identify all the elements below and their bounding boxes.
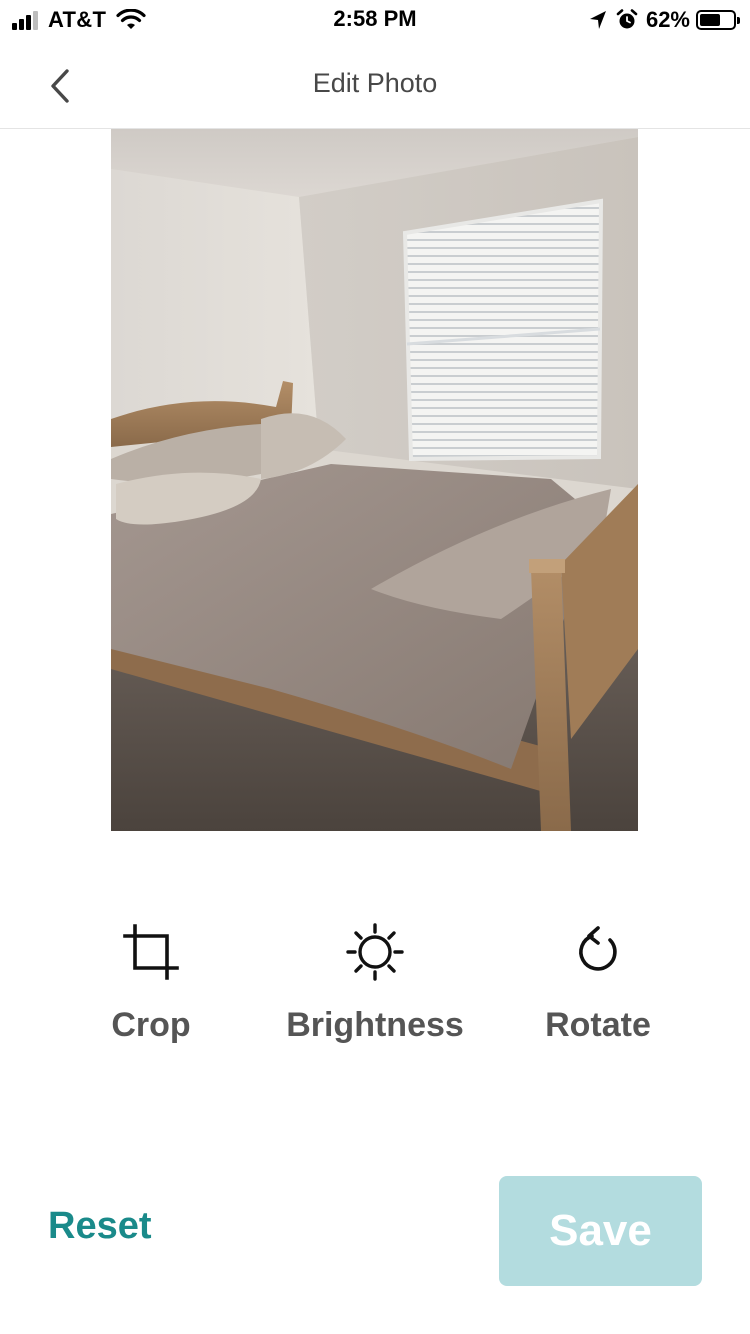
alarm-icon: [616, 9, 638, 29]
battery-percent: 62%: [645, 7, 690, 32]
bedroom-photo-image: [111, 129, 638, 831]
battery-fill: [700, 14, 720, 26]
brightness-label: Brightness: [286, 1006, 464, 1044]
nav-bar: Edit Photo: [0, 40, 750, 129]
save-label: Save: [549, 1206, 652, 1255]
save-button[interactable]: Save: [499, 1176, 702, 1286]
reset-button[interactable]: Reset: [48, 1205, 152, 1248]
rotate-label: Rotate: [545, 1006, 651, 1044]
rotate-tool-button[interactable]: Rotate: [488, 920, 708, 1050]
crop-tool-button[interactable]: Crop: [41, 920, 261, 1050]
crop-icon: [119, 920, 183, 984]
sun-icon: [343, 920, 407, 984]
brightness-tool-button[interactable]: Brightness: [265, 920, 485, 1050]
battery-icon: [696, 10, 740, 30]
rotate-ccw-icon: [566, 920, 630, 984]
status-right: 62%: [588, 6, 740, 34]
status-bar: AT&T 2:58 PM 62%: [0, 0, 750, 40]
photo-preview: [111, 129, 638, 831]
page-title: Edit Photo: [312, 68, 438, 98]
crop-label: Crop: [111, 1006, 191, 1044]
location-arrow-icon: [589, 11, 606, 29]
